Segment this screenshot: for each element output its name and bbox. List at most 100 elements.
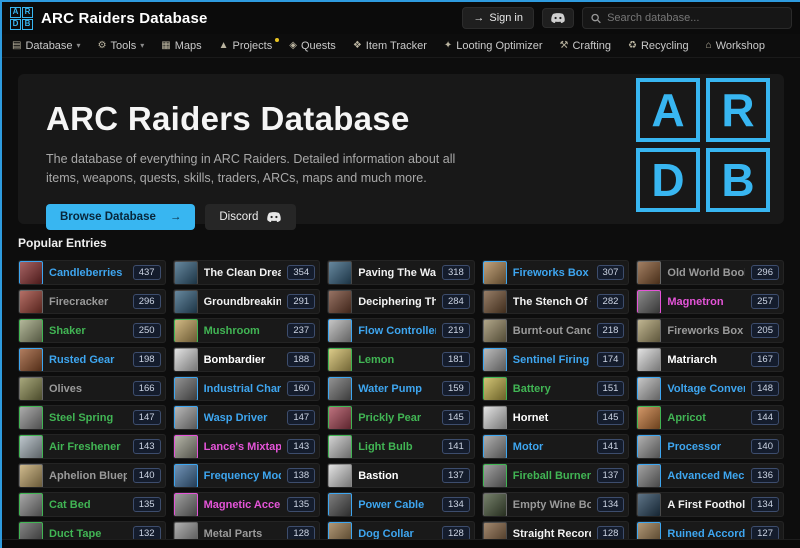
entry-label: Lance's Mixtape ... — [204, 441, 282, 453]
entry-count-badge: 134 — [442, 497, 470, 512]
entry-count-badge: 145 — [442, 410, 470, 425]
popular-entry-a-first-foothold[interactable]: A First Foothold134 — [636, 492, 784, 517]
item-thumbnail-icon — [328, 406, 352, 430]
item-thumbnail-icon — [483, 261, 507, 285]
entry-count-badge: 354 — [287, 265, 315, 280]
entry-count-badge: 219 — [442, 323, 470, 338]
entry-label: Prickly Pear — [358, 412, 436, 424]
popular-entry-lemon[interactable]: Lemon181 — [327, 347, 475, 372]
popular-entry-air-freshener[interactable]: Air Freshener143 — [18, 434, 166, 459]
entry-label: Fireworks Box — [513, 267, 591, 279]
popular-entry-magnetic-acceler[interactable]: Magnetic Acceler...135 — [173, 492, 321, 517]
item-thumbnail-icon — [483, 290, 507, 314]
popular-entry-steel-spring[interactable]: Steel Spring147 — [18, 405, 166, 430]
popular-entry-apricot[interactable]: Apricot144 — [636, 405, 784, 430]
popular-entry-motor[interactable]: Motor141 — [482, 434, 630, 459]
entry-label: Battery — [513, 383, 591, 395]
popular-entry-aphelion-blueprint[interactable]: Aphelion Blueprint140 — [18, 463, 166, 488]
nav-item-quests[interactable]: ◈Quests — [289, 40, 336, 52]
popular-entry-lance-s-mixtape[interactable]: Lance's Mixtape ... 143 — [173, 434, 321, 459]
ardb-logo-small[interactable]: ARDB — [10, 7, 33, 30]
popular-entry-rusted-gear[interactable]: Rusted Gear198 — [18, 347, 166, 372]
discord-button[interactable]: Discord — [205, 204, 296, 230]
popular-entry-fireworks-box[interactable]: Fireworks Box307 — [482, 260, 630, 285]
hero-section: ARC Raiders Database The database of eve… — [18, 74, 784, 224]
popular-entry-advanced-mecha[interactable]: Advanced Mecha...136 — [636, 463, 784, 488]
popular-entry-shaker[interactable]: Shaker250 — [18, 318, 166, 343]
sign-in-button[interactable]: → Sign in — [462, 7, 534, 29]
popular-entry-light-bulb[interactable]: Light Bulb141 — [327, 434, 475, 459]
entry-label: Candleberries — [49, 267, 127, 279]
item-thumbnail-icon — [19, 319, 43, 343]
popular-entry-battery[interactable]: Battery151 — [482, 376, 630, 401]
popular-entry-groundbreaking[interactable]: Groundbreaking291 — [173, 289, 321, 314]
entry-label: Hornet — [513, 412, 591, 424]
entry-label: Voltage Converter — [667, 383, 745, 395]
popular-entry-water-pump[interactable]: Water Pump159 — [327, 376, 475, 401]
popular-entry-empty-wine-bottle[interactable]: Empty Wine Bottle134 — [482, 492, 630, 517]
popular-entry-olives[interactable]: Olives166 — [18, 376, 166, 401]
popular-entry-fireworks-box-bl[interactable]: Fireworks Box Bl...205 — [636, 318, 784, 343]
item-thumbnail-icon — [483, 377, 507, 401]
item-thumbnail-icon — [174, 435, 198, 459]
nav-item-projects[interactable]: ▲Projects — [219, 40, 273, 52]
popular-entry-sentinel-firing-c[interactable]: Sentinel Firing C...174 — [482, 347, 630, 372]
popular-entries-heading: Popular Entries — [18, 236, 784, 250]
nav-item-crafting[interactable]: ⚒Crafting — [560, 40, 612, 52]
discord-icon-button[interactable] — [542, 8, 574, 28]
popular-entry-burnt-out-candles[interactable]: Burnt-out Candles218 — [482, 318, 630, 343]
popular-entry-firecracker[interactable]: Firecracker296 — [18, 289, 166, 314]
popular-entry-the-stench-of-c[interactable]: The Stench Of C...282 — [482, 289, 630, 314]
popular-entry-bombardier[interactable]: Bombardier188 — [173, 347, 321, 372]
nav-item-maps[interactable]: ▦Maps — [161, 40, 201, 52]
popular-entry-flow-controller[interactable]: Flow Controller219 — [327, 318, 475, 343]
popular-entry-power-cable[interactable]: Power Cable134 — [327, 492, 475, 517]
item-thumbnail-icon — [637, 406, 661, 430]
nav-item-looting-optimizer[interactable]: ✦Looting Optimizer — [444, 40, 543, 52]
entry-count-badge: 143 — [287, 439, 315, 454]
popular-entry-matriarch[interactable]: Matriarch167 — [636, 347, 784, 372]
popular-entry-deciphering-the[interactable]: Deciphering The ...284 — [327, 289, 475, 314]
popular-entry-magnetron[interactable]: Magnetron257 — [636, 289, 784, 314]
item-tracker-icon: ❖ — [353, 40, 362, 51]
nav-item-tools[interactable]: ⚙Tools▾ — [98, 40, 145, 52]
nav-item-database[interactable]: ▤Database▾ — [12, 40, 81, 52]
entry-label: Steel Spring — [49, 412, 127, 424]
popular-entry-fireball-burner[interactable]: Fireball Burner137 — [482, 463, 630, 488]
footer-strip — [2, 539, 800, 548]
item-thumbnail-icon — [328, 261, 352, 285]
nav-item-recycling[interactable]: ♻Recycling — [628, 40, 689, 52]
entry-count-badge: 237 — [287, 323, 315, 338]
popular-entry-wasp-driver[interactable]: Wasp Driver147 — [173, 405, 321, 430]
entry-count-badge: 141 — [597, 439, 625, 454]
ardb-logo-large: ARDB — [636, 78, 770, 212]
popular-entry-frequency-modu[interactable]: Frequency Modu...138 — [173, 463, 321, 488]
nav-item-label: Item Tracker — [366, 40, 427, 52]
popular-entry-candleberries[interactable]: Candleberries437 — [18, 260, 166, 285]
entry-label: Firecracker — [49, 296, 127, 308]
entry-label: The Clean Dream — [204, 267, 282, 279]
nav-item-workshop[interactable]: ⌂Workshop — [706, 40, 765, 52]
item-thumbnail-icon — [483, 406, 507, 430]
entry-label: Dog Collar — [358, 528, 436, 540]
crafting-icon: ⚒ — [560, 40, 569, 51]
item-thumbnail-icon — [637, 348, 661, 372]
entry-label: Deciphering The ... — [358, 296, 436, 308]
popular-entry-paving-the-way[interactable]: Paving The Way318 — [327, 260, 475, 285]
popular-entry-bastion[interactable]: Bastion137 — [327, 463, 475, 488]
popular-entry-the-clean-dream[interactable]: The Clean Dream 354 — [173, 260, 321, 285]
popular-entry-processor[interactable]: Processor140 — [636, 434, 784, 459]
search-input[interactable] — [607, 12, 783, 24]
popular-entry-old-world-books[interactable]: Old World Books296 — [636, 260, 784, 285]
popular-entry-hornet[interactable]: Hornet145 — [482, 405, 630, 430]
browse-database-button[interactable]: Browse Database → — [46, 204, 195, 230]
item-thumbnail-icon — [328, 493, 352, 517]
popular-entry-voltage-converter[interactable]: Voltage Converter148 — [636, 376, 784, 401]
popular-entry-cat-bed[interactable]: Cat Bed135 — [18, 492, 166, 517]
entry-count-badge: 135 — [133, 497, 161, 512]
nav-item-item-tracker[interactable]: ❖ Item Tracker — [353, 40, 427, 52]
popular-entry-prickly-pear[interactable]: Prickly Pear 145 — [327, 405, 475, 430]
popular-entry-industrial-charger[interactable]: Industrial Charger160 — [173, 376, 321, 401]
entry-count-badge: 291 — [287, 294, 315, 309]
popular-entry-mushroom[interactable]: Mushroom237 — [173, 318, 321, 343]
